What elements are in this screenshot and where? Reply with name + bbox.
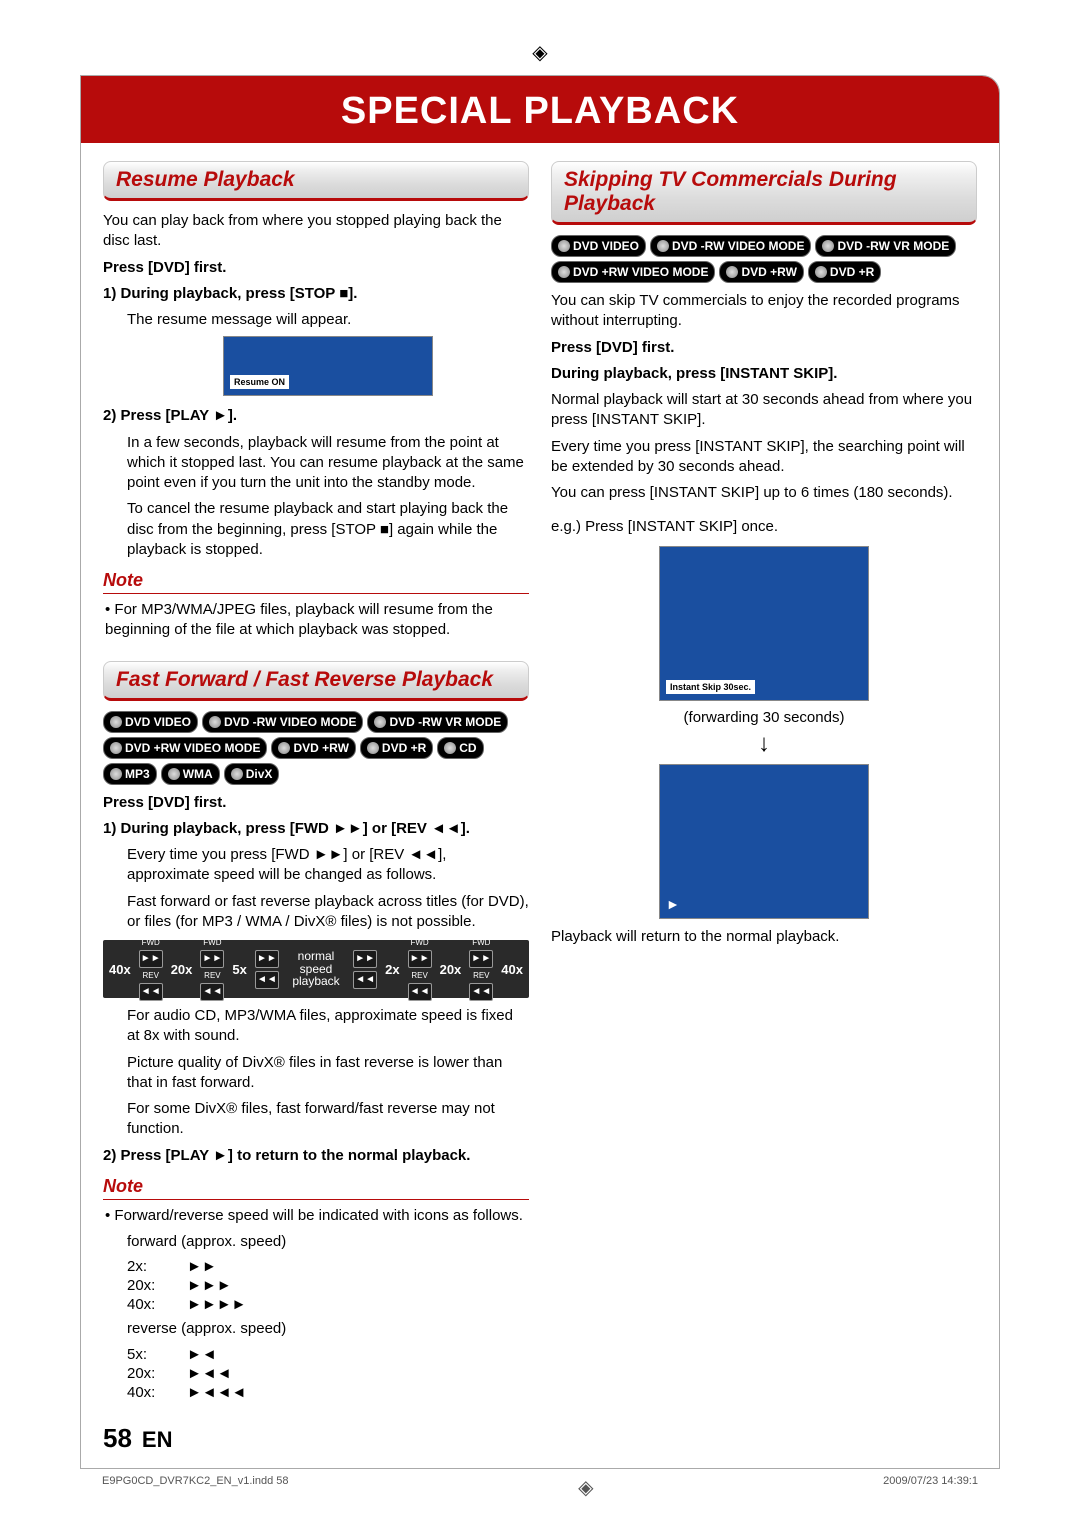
speed-40x-r: 40x	[501, 962, 523, 977]
resume-on-tag: Resume ON	[230, 375, 289, 389]
resume-on-screen-image: Resume ON	[223, 336, 433, 396]
resume-note-head: Note	[103, 570, 529, 594]
skip-img1-tag: Instant Skip 30sec.	[666, 680, 755, 694]
speed-40x-l: 40x	[109, 962, 131, 977]
skip-during-title: During playback, press [INSTANT SKIP].	[551, 364, 977, 384]
page-frame: SPECIAL PLAYBACK Resume Playback You can…	[80, 75, 1000, 1469]
ffrev-fwd-list: 2x:►► 20x:►►► 40x:►►►►	[127, 1258, 529, 1313]
page-number: 58EN	[103, 1423, 172, 1454]
skip-body3: You can press [INSTANT SKIP] up to 6 tim…	[551, 483, 977, 503]
skip-press-dvd: Press [DVD] first.	[551, 338, 977, 358]
resume-step2-body1: In a few seconds, playback will resume f…	[127, 433, 529, 494]
ffrev-after2: Picture quality of DivX® files in fast r…	[127, 1053, 529, 1094]
ffrev-note-intro: • Forward/reverse speed will be indicate…	[103, 1206, 529, 1226]
badge-dvd-rw-vr: DVD -RW VR MODE	[367, 711, 508, 733]
print-timestamp: 2009/07/23 14:39:1	[883, 1475, 978, 1500]
resume-step1-title: 1) During playback, press [STOP ■].	[103, 284, 529, 304]
speed-2x-r: 2x	[385, 962, 399, 977]
section-ffrev-heading: Fast Forward / Fast Reverse Playback	[103, 661, 529, 701]
skip-eg-label: e.g.) Press [INSTANT SKIP] once.	[551, 517, 977, 537]
ffrev-note-head: Note	[103, 1176, 529, 1200]
badge-dvd-video: DVD VIDEO	[103, 711, 198, 733]
play-icon: ►	[666, 896, 680, 912]
skip-caption1: (forwarding 30 seconds)	[551, 709, 977, 726]
ffrev-step1-body1: Every time you press [FWD ►►] or [REV ◄◄…	[127, 845, 529, 886]
print-meta: E9PG0CD_DVR7KC2_EN_v1.indd 58 ◈ 2009/07/…	[80, 1469, 1000, 1500]
resume-step2-body2: To cancel the resume playback and start …	[127, 499, 529, 560]
skip-body1: Normal playback will start at 30 seconds…	[551, 390, 977, 431]
ffrev-step1-title: 1) During playback, press [FWD ►►] or [R…	[103, 819, 529, 839]
page-title: SPECIAL PLAYBACK	[81, 76, 999, 143]
badge-divx: DivX	[224, 763, 280, 785]
indd-path: E9PG0CD_DVR7KC2_EN_v1.indd 58	[102, 1475, 289, 1500]
skip-badges: DVD VIDEO DVD -RW VIDEO MODE DVD -RW VR …	[551, 235, 977, 283]
skip-body2: Every time you press [INSTANT SKIP], the…	[551, 437, 977, 478]
badge-dvd-rw-video-2: DVD -RW VIDEO MODE	[650, 235, 811, 257]
ffrev-badges: DVD VIDEO DVD -RW VIDEO MODE DVD -RW VR …	[103, 711, 529, 785]
skip-intro: You can skip TV commercials to enjoy the…	[551, 291, 977, 332]
badge-mp3: MP3	[103, 763, 157, 785]
registration-mark-top: ◈	[80, 40, 1000, 65]
left-column: Resume Playback You can play back from w…	[103, 161, 529, 1403]
ffrev-rev-label: reverse (approx. speed)	[127, 1319, 529, 1339]
ffrev-step1-body2: Fast forward or fast reverse playback ac…	[127, 892, 529, 933]
speed-strip-image: 40x FWD►►REV◄◄ 20x FWD►►REV◄◄ 5x ►►◄◄ no…	[103, 940, 529, 998]
badge-dvd-plusrw-video: DVD +RW VIDEO MODE	[103, 737, 267, 759]
resume-step2-title: 2) Press [PLAY ►].	[103, 406, 529, 426]
badge-dvd-plusrw: DVD +RW	[271, 737, 355, 759]
badge-dvd-rw-video: DVD -RW VIDEO MODE	[202, 711, 363, 733]
resume-step1-body: The resume message will appear.	[127, 310, 529, 330]
ffrev-rev-list: 5x:►◄ 20x:►◄◄ 40x:►◄◄◄	[127, 1346, 529, 1401]
resume-intro: You can play back from where you stopped…	[103, 211, 529, 252]
ffrev-after3: For some DivX® files, fast forward/fast …	[127, 1099, 529, 1140]
ffrev-press-dvd: Press [DVD] first.	[103, 793, 529, 813]
down-arrow-icon: ↓	[551, 732, 977, 756]
speed-20x-r: 20x	[440, 962, 462, 977]
speed-normal: normal speed playback	[287, 950, 345, 988]
badge-dvd-plusr: DVD +R	[360, 737, 433, 759]
badge-wma: WMA	[161, 763, 220, 785]
page-footer: 58EN	[81, 1413, 999, 1468]
content-columns: Resume Playback You can play back from w…	[81, 143, 999, 1413]
ffrev-step2-title: 2) Press [PLAY ►] to return to the norma…	[103, 1146, 529, 1166]
badge-dvd-video-2: DVD VIDEO	[551, 235, 646, 257]
badge-dvd-plusrw-2: DVD +RW	[719, 261, 803, 283]
badge-dvd-plusr-2: DVD +R	[808, 261, 881, 283]
speed-20x-l: 20x	[171, 962, 193, 977]
registration-mark-bottom: ◈	[578, 1475, 593, 1500]
badge-dvd-plusrw-video-2: DVD +RW VIDEO MODE	[551, 261, 715, 283]
ffrev-fwd-label: forward (approx. speed)	[127, 1232, 529, 1252]
badge-cd: CD	[437, 737, 483, 759]
speed-5x-l: 5x	[232, 962, 246, 977]
skip-screen-image-2: ►	[659, 764, 869, 919]
resume-note-body: • For MP3/WMA/JPEG files, playback will …	[103, 600, 529, 641]
skip-screen-image-1: Instant Skip 30sec.	[659, 546, 869, 701]
resume-press-dvd: Press [DVD] first.	[103, 258, 529, 278]
skip-final: Playback will return to the normal playb…	[551, 927, 977, 947]
right-column: Skipping TV Commercials During Playback …	[551, 161, 977, 1403]
badge-dvd-rw-vr-2: DVD -RW VR MODE	[815, 235, 956, 257]
section-skip-heading: Skipping TV Commercials During Playback	[551, 161, 977, 225]
section-resume-heading: Resume Playback	[103, 161, 529, 201]
ffrev-after1: For audio CD, MP3/WMA files, approximate…	[127, 1006, 529, 1047]
